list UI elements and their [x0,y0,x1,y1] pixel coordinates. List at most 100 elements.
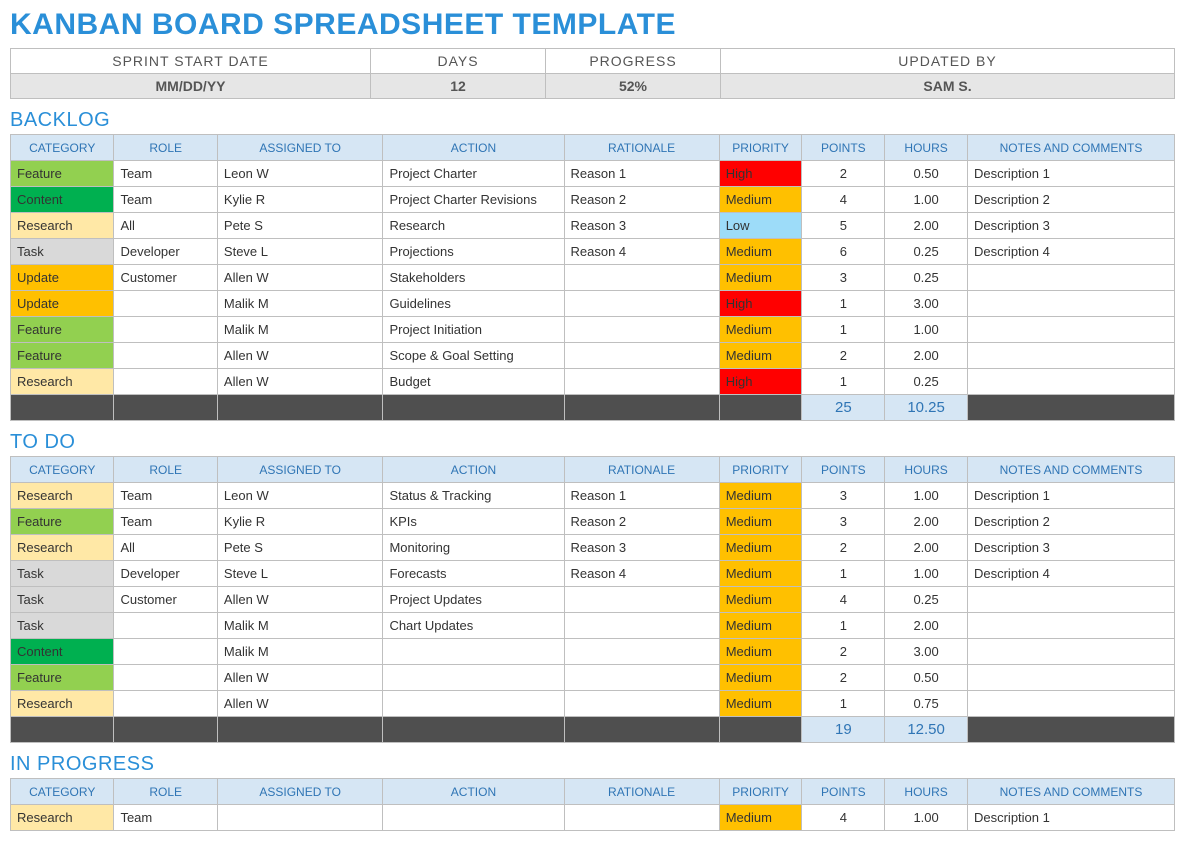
cell-assigned[interactable]: Pete S [217,213,383,239]
cell-action[interactable] [383,691,564,717]
cell-hours[interactable]: 2.00 [885,343,968,369]
cell-category[interactable]: Update [11,291,114,317]
cell-action[interactable] [383,665,564,691]
days-cell[interactable]: 12 [371,74,546,99]
cell-priority[interactable]: Medium [719,187,802,213]
cell-hours[interactable]: 3.00 [885,639,968,665]
cell-rationale[interactable]: Reason 3 [564,535,719,561]
column-header[interactable]: ROLE [114,135,217,161]
cell-category[interactable]: Content [11,639,114,665]
cell-priority[interactable]: Medium [719,265,802,291]
cell-category[interactable]: Research [11,805,114,831]
cell-priority[interactable]: Medium [719,613,802,639]
cell-hours[interactable]: 1.00 [885,483,968,509]
cell-category[interactable]: Research [11,369,114,395]
column-header[interactable]: NOTES AND COMMENTS [967,135,1174,161]
column-header[interactable]: CATEGORY [11,779,114,805]
cell-action[interactable]: Monitoring [383,535,564,561]
cell-points[interactable]: 1 [802,561,885,587]
cell-action[interactable]: Budget [383,369,564,395]
cell-notes[interactable] [967,613,1174,639]
cell-role[interactable] [114,665,217,691]
cell-hours[interactable]: 0.25 [885,265,968,291]
cell-points[interactable]: 1 [802,691,885,717]
cell-assigned[interactable]: Allen W [217,369,383,395]
column-header[interactable]: ACTION [383,457,564,483]
cell-notes[interactable]: Description 2 [967,509,1174,535]
column-header[interactable]: PRIORITY [719,135,802,161]
cell-hours[interactable]: 2.00 [885,213,968,239]
column-header[interactable]: PRIORITY [719,457,802,483]
cell-assigned[interactable]: Malik M [217,291,383,317]
cell-action[interactable]: Status & Tracking [383,483,564,509]
cell-action[interactable] [383,639,564,665]
cell-points[interactable]: 2 [802,665,885,691]
cell-priority[interactable]: Medium [719,805,802,831]
cell-role[interactable] [114,343,217,369]
cell-rationale[interactable] [564,805,719,831]
cell-notes[interactable]: Description 3 [967,535,1174,561]
cell-priority[interactable]: Medium [719,639,802,665]
cell-action[interactable]: Project Charter Revisions [383,187,564,213]
sprint-start-date-cell[interactable]: MM/DD/YY [11,74,371,99]
cell-points[interactable]: 3 [802,265,885,291]
cell-role[interactable]: Team [114,509,217,535]
cell-rationale[interactable]: Reason 1 [564,161,719,187]
cell-assigned[interactable]: Leon W [217,483,383,509]
cell-category[interactable]: Update [11,265,114,291]
cell-priority[interactable]: Medium [719,317,802,343]
cell-assigned[interactable]: Allen W [217,691,383,717]
cell-notes[interactable] [967,639,1174,665]
cell-role[interactable] [114,613,217,639]
column-header[interactable]: RATIONALE [564,779,719,805]
cell-hours[interactable]: 0.75 [885,691,968,717]
cell-role[interactable]: Developer [114,561,217,587]
cell-rationale[interactable]: Reason 2 [564,187,719,213]
cell-priority[interactable]: Medium [719,343,802,369]
cell-role[interactable]: Team [114,161,217,187]
cell-category[interactable]: Research [11,535,114,561]
cell-notes[interactable]: Description 4 [967,239,1174,265]
cell-action[interactable]: Research [383,213,564,239]
cell-hours[interactable]: 2.00 [885,509,968,535]
cell-assigned[interactable]: Kylie R [217,187,383,213]
column-header[interactable]: ACTION [383,779,564,805]
cell-rationale[interactable]: Reason 4 [564,239,719,265]
cell-points[interactable]: 2 [802,343,885,369]
cell-role[interactable] [114,317,217,343]
cell-category[interactable]: Content [11,187,114,213]
column-header[interactable]: ROLE [114,779,217,805]
cell-action[interactable]: Project Updates [383,587,564,613]
cell-action[interactable]: KPIs [383,509,564,535]
progress-cell[interactable]: 52% [546,74,721,99]
column-header[interactable]: CATEGORY [11,135,114,161]
cell-action[interactable]: Project Initiation [383,317,564,343]
cell-hours[interactable]: 0.25 [885,587,968,613]
cell-assigned[interactable]: Pete S [217,535,383,561]
column-header[interactable]: NOTES AND COMMENTS [967,779,1174,805]
cell-notes[interactable] [967,343,1174,369]
cell-role[interactable]: Team [114,483,217,509]
cell-role[interactable] [114,639,217,665]
column-header[interactable]: HOURS [885,779,968,805]
cell-rationale[interactable]: Reason 2 [564,509,719,535]
cell-priority[interactable]: Medium [719,535,802,561]
column-header[interactable]: ASSIGNED TO [217,779,383,805]
cell-hours[interactable]: 1.00 [885,805,968,831]
cell-priority[interactable]: High [719,161,802,187]
column-header[interactable]: ASSIGNED TO [217,135,383,161]
cell-category[interactable]: Task [11,613,114,639]
cell-notes[interactable] [967,317,1174,343]
cell-priority[interactable]: Medium [719,483,802,509]
cell-notes[interactable] [967,265,1174,291]
cell-priority[interactable]: Medium [719,239,802,265]
cell-points[interactable]: 3 [802,509,885,535]
cell-role[interactable] [114,691,217,717]
cell-rationale[interactable]: Reason 1 [564,483,719,509]
cell-assigned[interactable]: Malik M [217,613,383,639]
cell-rationale[interactable] [564,587,719,613]
cell-notes[interactable] [967,587,1174,613]
cell-action[interactable]: Project Charter [383,161,564,187]
cell-category[interactable]: Feature [11,161,114,187]
cell-notes[interactable] [967,291,1174,317]
